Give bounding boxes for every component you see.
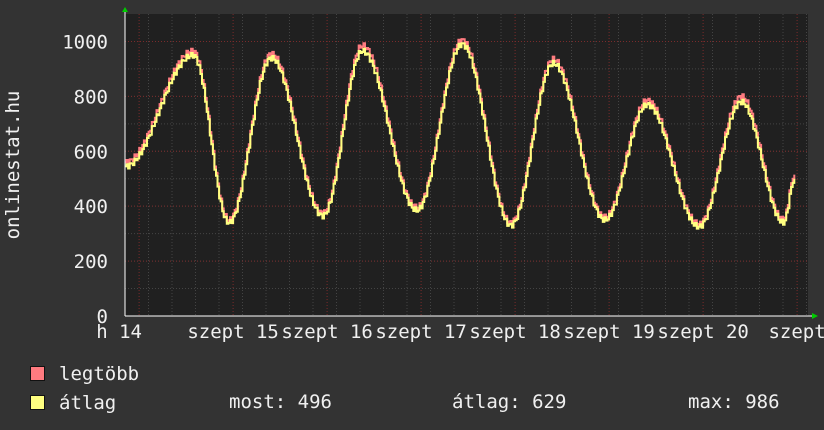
y-tick-label: 1000 xyxy=(62,31,108,53)
y-axis-arrow xyxy=(122,7,128,12)
x-axis-arrow xyxy=(812,313,818,319)
y-axis-label: onlinestat.hu xyxy=(2,91,24,240)
legend-item-atlag: átlag xyxy=(30,391,116,415)
x-tick-label: szept 17 xyxy=(375,321,467,343)
x-tick-label: szept xyxy=(768,321,824,343)
stat-most: most: 496 xyxy=(229,391,332,413)
y-tick-label: 600 xyxy=(74,141,108,163)
y-tick-label: 200 xyxy=(74,251,108,273)
y-tick-label: 400 xyxy=(74,196,108,218)
stat-max: max: 986 xyxy=(688,391,780,413)
stat-atlag: átlag: 629 xyxy=(452,391,567,413)
atlag-label: átlag xyxy=(59,392,117,414)
chart: 02004006008001000onlinestat.huh 14 szept … xyxy=(2,7,824,343)
x-tick-label: h 14 xyxy=(96,321,142,343)
x-tick-label: szept 19 xyxy=(563,321,655,343)
x-tick-label: szept 16 xyxy=(281,321,373,343)
x-tick-label: szept 20 xyxy=(657,321,749,343)
legtobb-label: legtöbb xyxy=(59,363,140,385)
atlag-swatch xyxy=(30,395,45,410)
legtobb-swatch xyxy=(30,366,45,381)
plot-area xyxy=(125,14,808,316)
x-tick-label: szept 18 xyxy=(469,321,561,343)
y-tick-label: 800 xyxy=(74,86,108,108)
x-tick-label: szept 15 xyxy=(187,321,279,343)
legend-item-legtobb: legtöbb xyxy=(30,362,139,386)
